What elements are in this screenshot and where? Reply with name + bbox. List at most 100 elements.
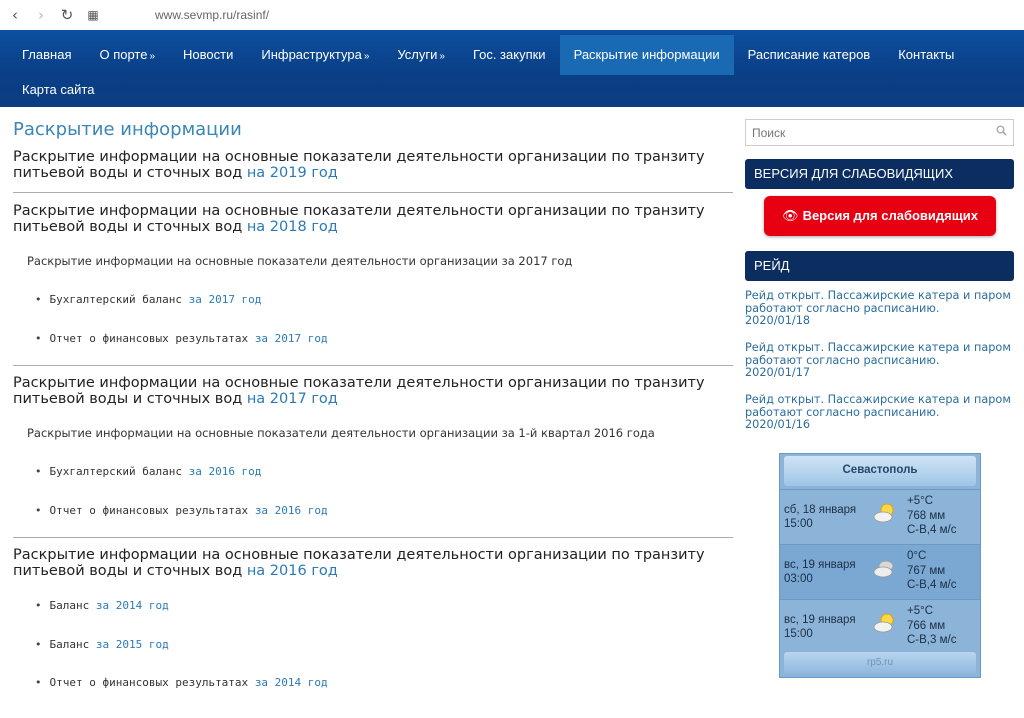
list-item-text: Баланс [49,599,90,612]
year-link[interactable]: на 2017 год [247,391,338,407]
nav-item-label: Гос. закупки [472,47,546,62]
list-item: Баланс за 2015 год [35,638,169,651]
weather-source-link[interactable]: rp5.ru [784,652,976,674]
submenu-arrow-icon: » [149,51,156,62]
section-title: Раскрытие информации на основные показат… [13,547,718,579]
search-icon[interactable] [996,125,1007,139]
browser-toolbar: ‹ › ↻ ▦ www.sevmp.ru/rasinf/ [0,0,1024,30]
weather-day: вс, 19 января [784,614,856,626]
nav-item[interactable]: Контакты [884,35,968,75]
news-text: Рейд открыт. Пассажирские катера и паром… [745,393,1011,419]
nav-item[interactable]: Расписание катеров [734,35,885,75]
weather-row: вс, 19 января 15:00 +5°C 766 мм С-В,3 м/с [780,599,980,654]
report-link[interactable]: за 2017 год [255,332,328,345]
search-box [745,119,1014,146]
news-date: 2020/01/18 [745,314,811,327]
report-link[interactable]: за 2017 год [189,293,262,306]
eye-icon: 👁 [782,208,799,223]
weather-widget: Севастополь сб, 18 января 15:00 +5°C 768 м… [779,453,981,678]
weather-temp: +5°C [907,495,934,507]
nav-item-label: Услуги [397,47,438,62]
nav-item[interactable]: Инфраструктура» [247,35,383,75]
weather-time: 03:00 [784,573,813,585]
nav-item-label: Расписание катеров [747,47,871,62]
news-date: 2020/01/16 [745,418,811,431]
report-link[interactable]: за 2014 год [255,676,328,689]
weather-datetime: сб, 18 января 15:00 [784,503,856,531]
divider [13,537,733,538]
divider [13,192,733,193]
year-link[interactable]: на 2019 год [247,165,338,181]
year-link[interactable]: на 2018 год [247,219,338,235]
report-link[interactable]: за 2014 год [96,599,169,612]
weather-pressure: 768 мм [907,509,946,522]
news-date: 2020/01/17 [745,366,811,379]
nav-item-label: Раскрытие информации [573,47,720,62]
news-item[interactable]: Рейд открыт. Пассажирские катера и паром… [745,289,1020,328]
reload-icon[interactable]: ↻ [58,6,76,24]
year-link[interactable]: на 2016 год [247,563,338,579]
nav-row-primary: Главная О порте» Новости Инфраструктура» Усл… [8,35,968,75]
nav-item[interactable]: Гос. закупки [459,35,560,75]
nav-item[interactable]: Карта сайта [8,70,108,110]
weather-day: вс, 19 января [784,559,856,571]
list-item-text: Бухгалтерский баланс [49,465,182,478]
weather-wind: С-В,3 м/с [907,634,957,646]
list-item-text: Бухгалтерский баланс [49,293,182,306]
weather-values: 0°C 767 мм С-В,4 м/с [907,549,956,593]
nav-item[interactable]: Новости [169,35,247,75]
visually-impaired-button[interactable]: 👁 Версия для слабовидящих [764,196,996,236]
weather-pressure: 767 мм [907,564,946,577]
list-item: Баланс за 2014 год [35,599,169,612]
section-title: Раскрытие информации на основные показат… [13,203,718,235]
back-icon[interactable]: ‹ [6,6,24,24]
section-title-text: Раскрытие информации на основные показат… [13,547,705,579]
visually-impaired-heading: ВЕРСИЯ ДЛЯ СЛАБОВИДЯЩИХ [745,159,1014,189]
nav-item[interactable]: Раскрытие информации [559,35,734,75]
section-title-text: Раскрытие информации на основные показат… [13,375,705,407]
nav-item[interactable]: Услуги» [383,35,459,75]
report-link[interactable]: за 2015 год [96,638,169,651]
list-item-text: Баланс [49,638,90,651]
search-input[interactable] [746,120,986,145]
list-item-text: Отчет о финансовых результатах [49,332,249,345]
weather-pressure: 766 мм [907,619,946,632]
report-link[interactable]: за 2016 год [255,504,328,517]
weather-wind: С-В,4 м/с [907,524,957,536]
list-item: Бухгалтерский баланс за 2016 год [35,465,262,478]
list-item-text: Отчет о финансовых результатах [49,676,249,689]
weather-city: Севастополь [784,456,976,486]
list-item: Отчет о финансовых результатах за 2017 г… [35,332,328,345]
nav-item-label: Карта сайта [22,82,95,97]
nav-item[interactable]: О порте» [85,35,169,75]
news-item[interactable]: Рейд открыт. Пассажирские катера и паром… [745,393,1020,432]
news-text: Рейд открыт. Пассажирские катера и паром… [745,341,1011,367]
weather-datetime: вс, 19 января 15:00 [784,613,856,641]
nav-item-label: О порте [99,47,148,62]
cloudy-night-icon [873,560,894,578]
nav-item-label: Новости [183,47,234,62]
nav-item-label: Контакты [898,47,955,62]
nav-item[interactable]: Главная [8,35,85,75]
partly-cloudy-icon [873,503,894,523]
list-item-text: Отчет о финансовых результатах [49,504,249,517]
section-title: Раскрытие информации на основные показат… [13,375,718,407]
news-item[interactable]: Рейд открыт. Пассажирские катера и паром… [745,341,1020,380]
weather-temp: 0°C [907,550,927,562]
report-link[interactable]: за 2016 год [189,465,262,478]
weather-row: вс, 19 января 03:00 0°C 767 мм С-В,4 м/с [780,544,980,599]
weather-values: +5°C 766 мм С-В,3 м/с [907,604,956,648]
section-subtitle: Раскрытие информации на основные показат… [27,426,655,440]
apps-grid-icon[interactable]: ▦ [84,6,102,24]
weather-time: 15:00 [784,628,813,640]
forward-icon[interactable]: › [32,6,50,24]
nav-item-label: Инфраструктура [261,47,362,62]
list-item: Отчет о финансовых результатах за 2014 г… [35,676,328,689]
address-bar[interactable]: www.sevmp.ru/rasinf/ [155,8,269,22]
weather-time: 15:00 [784,518,813,530]
submenu-arrow-icon: » [363,51,370,62]
divider [13,365,733,366]
partly-cloudy-icon [873,613,894,633]
page-title: Раскрытие информации [13,119,242,140]
weather-day: сб, 18 января [784,504,857,516]
